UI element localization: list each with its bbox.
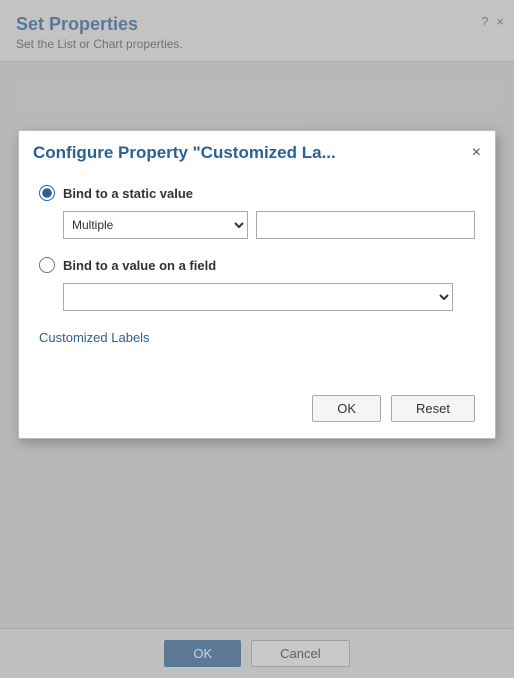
modal-footer: OK Reset xyxy=(19,395,495,438)
ok-button[interactable]: OK xyxy=(312,395,381,422)
option1-row: Bind to a static value xyxy=(39,185,475,201)
option2-label: Bind to a value on a field xyxy=(63,258,216,273)
modal-close-button[interactable]: × xyxy=(472,145,481,161)
modal-header: Configure Property "Customized La... × xyxy=(19,131,495,171)
reset-button[interactable]: Reset xyxy=(391,395,475,422)
option1-label: Bind to a static value xyxy=(63,186,193,201)
static-value-text-input[interactable] xyxy=(256,211,475,239)
static-value-inputs: Multiple Single None xyxy=(63,211,475,239)
bind-field-radio[interactable] xyxy=(39,257,55,273)
field-select-dropdown[interactable] xyxy=(63,283,453,311)
modal-body: Bind to a static value Multiple Single N… xyxy=(19,171,495,395)
configure-property-modal: Configure Property "Customized La... × B… xyxy=(18,130,496,439)
option2-row: Bind to a value on a field xyxy=(39,257,475,273)
static-value-select[interactable]: Multiple Single None xyxy=(63,211,248,239)
field-dropdown-row xyxy=(63,283,475,311)
customized-labels-link[interactable]: Customized Labels xyxy=(39,330,150,345)
bind-static-radio[interactable] xyxy=(39,185,55,201)
modal-title: Configure Property "Customized La... xyxy=(33,143,336,163)
